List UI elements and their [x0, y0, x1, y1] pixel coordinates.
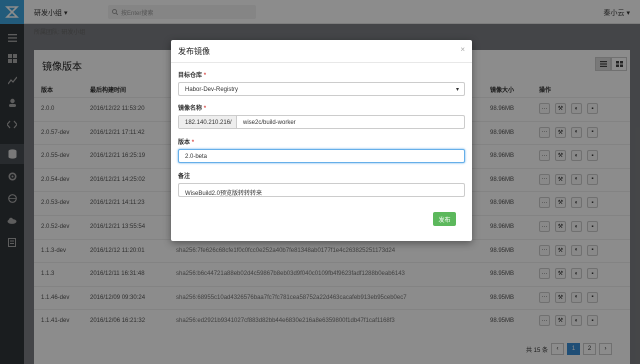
label-text: 镜像名称 [178, 106, 203, 112]
divider [171, 62, 472, 63]
dialog-title: 发布镜像 [178, 47, 210, 56]
remark-field[interactable]: WiseBuild2.0预览版转转转来 [178, 183, 465, 197]
target-repo-select[interactable]: Habor-Dev-Registry ▾ [178, 82, 465, 96]
version-value: 2.0-beta [185, 154, 208, 160]
target-repo-value: Habor-Dev-Registry [185, 87, 239, 93]
publish-image-dialog: 发布镜像 × 目标仓库 * Habor-Dev-Registry ▾ 镜像名称 … [171, 40, 472, 241]
required-mark: * [191, 140, 195, 146]
target-repo-label: 目标仓库 * [178, 70, 206, 79]
remark-value: WiseBuild2.0预览版转转转来 [185, 191, 263, 197]
image-name-value: wise2c/build-worker [243, 120, 296, 126]
image-name-field[interactable]: 182.140.210.216/ wise2c/build-worker [178, 115, 465, 129]
publish-button[interactable]: 发布 [433, 212, 456, 226]
label-text: 目标仓库 [178, 73, 203, 79]
required-mark: * [203, 106, 207, 112]
required-mark: * [203, 73, 207, 79]
label-text: 版本 [178, 140, 191, 146]
chevron-down-icon: ▾ [455, 87, 459, 93]
version-field[interactable]: 2.0-beta [178, 149, 465, 163]
image-name-label: 镜像名称 * [178, 103, 206, 112]
version-label: 版本 * [178, 137, 194, 146]
remark-label: 备注 [178, 174, 191, 180]
registry-prefix: 182.140.210.216/ [179, 116, 237, 128]
registry-prefix-text: 182.140.210.216/ [185, 120, 232, 126]
close-icon[interactable]: × [460, 45, 465, 54]
